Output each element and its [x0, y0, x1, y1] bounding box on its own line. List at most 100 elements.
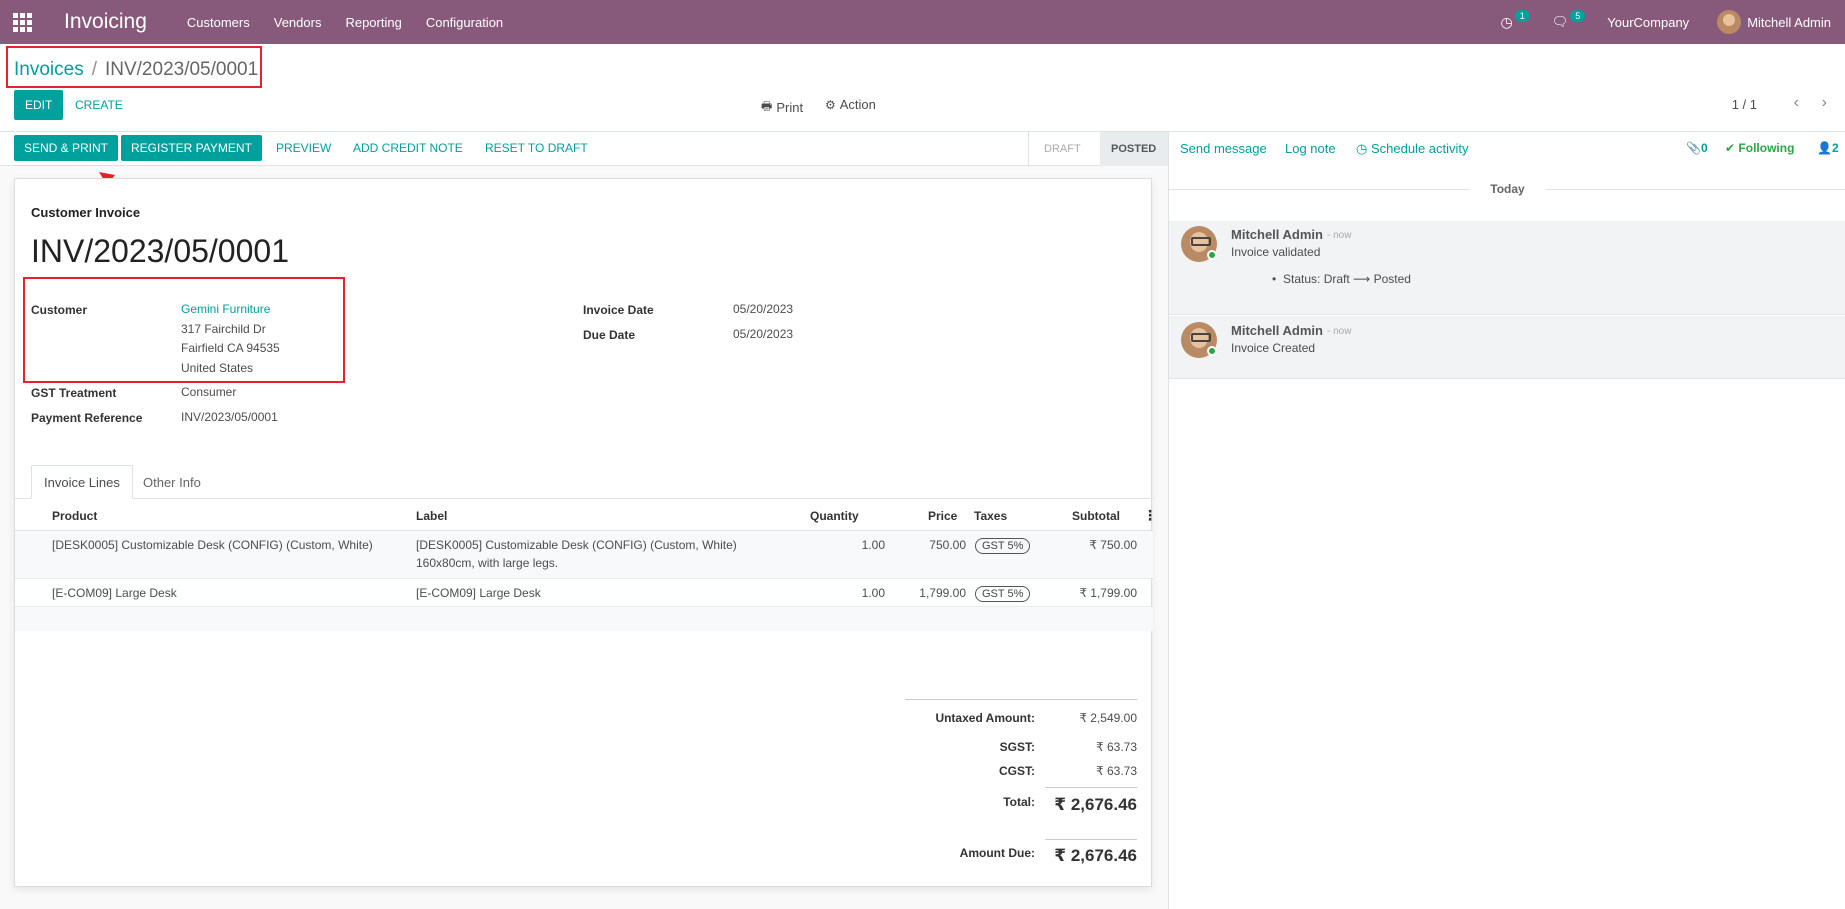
message-body: Invoice Created — [1231, 341, 1316, 355]
tax-tag: GST 5% — [975, 538, 1031, 554]
menu-reporting[interactable]: Reporting — [345, 15, 401, 30]
row-label-line2: 160x80cm, with large legs. — [416, 556, 559, 570]
menu-vendors[interactable]: Vendors — [274, 15, 322, 30]
clock-icon: ◷ — [1500, 13, 1513, 30]
stage-draft: DRAFT — [1028, 132, 1108, 166]
reset-to-draft-button[interactable]: RESET TO DRAFT — [475, 135, 598, 161]
table-row[interactable]: [E-COM09] Large Desk [E-COM09] Large Des… — [15, 579, 1153, 607]
column-options-icon[interactable]: ⋮ — [1143, 507, 1157, 524]
row-subtotal: ₹ 750.00 — [1089, 538, 1137, 552]
print-label: Print — [776, 100, 804, 115]
cgst-label: CGST: — [999, 764, 1035, 778]
tab-other-info[interactable]: Other Info — [131, 465, 213, 499]
send-message-button[interactable]: Send message — [1180, 141, 1267, 156]
sgst-label: SGST: — [999, 740, 1035, 754]
apps-menu-icon[interactable] — [0, 0, 44, 44]
document-type: Customer Invoice — [31, 205, 141, 220]
log-note-button[interactable]: Log note — [1285, 141, 1336, 156]
followers-button[interactable]: 👤2 — [1817, 141, 1839, 155]
menu-customers[interactable]: Customers — [187, 15, 250, 30]
online-status-icon — [1207, 250, 1217, 260]
add-credit-note-button[interactable]: ADD CREDIT NOTE — [343, 135, 473, 161]
message-author[interactable]: Mitchell Admin — [1231, 323, 1323, 338]
column-price[interactable]: Price — [928, 509, 957, 523]
comments-icon: 🗨 — [1551, 14, 1569, 29]
app-title: Invoicing — [64, 10, 147, 33]
messages-badge: 5 — [1570, 10, 1586, 22]
annotation-box-breadcrumb — [6, 46, 262, 88]
message-date: - now — [1327, 326, 1352, 337]
column-quantity[interactable]: Quantity — [810, 509, 859, 523]
today-separator: Today — [1490, 182, 1525, 196]
activity-badge: 1 — [1514, 10, 1530, 22]
status-bar: SEND & PRINT REGISTER PAYMENT PREVIEW AD… — [0, 132, 1168, 166]
message-body: Invoice validated — [1231, 245, 1321, 259]
column-label[interactable]: Label — [416, 509, 447, 523]
row-product: [E-COM09] Large Desk — [52, 586, 177, 600]
user-icon: 👤 — [1817, 141, 1832, 155]
top-navbar: Invoicing Customers Vendors Reporting Co… — [0, 0, 1845, 44]
preview-button[interactable]: PREVIEW — [266, 135, 341, 161]
total-value: ₹ 2,676.46 — [1054, 795, 1137, 814]
attachments-button[interactable]: 📎0 — [1686, 141, 1708, 155]
customer-address-line3: United States — [181, 361, 254, 375]
print-menu[interactable]: 🖶 Print — [761, 97, 803, 118]
total-label: Total: — [1003, 795, 1035, 809]
tax-tag: GST 5% — [975, 586, 1031, 602]
column-product[interactable]: Product — [52, 509, 97, 523]
amount-due-label: Amount Due: — [959, 846, 1035, 860]
notebook-tabs: Invoice Lines Other Info — [15, 465, 1153, 499]
edit-button[interactable]: EDIT — [14, 90, 64, 120]
chatter-panel: Send message Log note ◷ Schedule activit… — [1168, 132, 1845, 909]
customer-label: Customer — [31, 303, 88, 317]
action-label: Action — [839, 97, 876, 112]
pager-value[interactable]: 1 / 1 — [1732, 97, 1757, 112]
user-avatar — [1717, 10, 1742, 34]
messaging-menu[interactable]: 🗨 5 — [1551, 10, 1586, 30]
check-icon: ✔ — [1725, 141, 1736, 155]
register-payment-button[interactable]: REGISTER PAYMENT — [121, 135, 262, 161]
customer-address-line2: Fairfield CA 94535 — [181, 341, 280, 355]
chatter-topbar: Send message Log note ◷ Schedule activit… — [1169, 132, 1845, 166]
following-button[interactable]: ✔ Following — [1725, 141, 1794, 155]
untaxed-amount-label: Untaxed Amount: — [935, 711, 1035, 725]
column-subtotal[interactable]: Subtotal — [1072, 509, 1120, 523]
stage-posted: POSTED — [1100, 132, 1168, 166]
total-divider — [1045, 787, 1137, 788]
form-view: SEND & PRINT REGISTER PAYMENT PREVIEW AD… — [0, 132, 1168, 909]
totals-divider — [905, 699, 1137, 700]
followers-count: 2 — [1831, 141, 1839, 155]
message-author[interactable]: Mitchell Admin — [1231, 227, 1323, 242]
column-taxes[interactable]: Taxes — [974, 509, 1007, 523]
action-menu[interactable]: ⚙ Action — [825, 97, 876, 112]
control-panel: Invoices / INV/2023/05/0001 EDIT CREATE … — [0, 44, 1845, 132]
sgst-value: ₹ 63.73 — [1096, 740, 1137, 754]
invoice-number: INV/2023/05/0001 — [31, 233, 289, 269]
annotation-box-send-print-outline — [12, 134, 120, 164]
tab-invoice-lines[interactable]: Invoice Lines — [31, 465, 133, 499]
customer-address-line1: 317 Fairchild Dr — [181, 322, 266, 336]
pager-next-button[interactable]: › — [1822, 94, 1827, 112]
amount-due-value: ₹ 2,676.46 — [1054, 846, 1137, 865]
gst-treatment-value: Consumer — [181, 385, 237, 399]
tracking-value: Status: Draft ⟶ Posted — [1283, 272, 1411, 286]
row-subtotal: ₹ 1,799.00 — [1079, 586, 1137, 600]
gst-treatment-label: GST Treatment — [31, 386, 117, 400]
table-row[interactable]: [DESK0005] Customizable Desk (CONFIG) (C… — [15, 531, 1153, 579]
payment-reference-value: INV/2023/05/0001 — [181, 410, 278, 424]
user-menu[interactable]: Mitchell Admin — [1717, 10, 1831, 34]
schedule-activity-button[interactable]: ◷ Schedule activity — [1356, 141, 1469, 157]
chatter-message[interactable]: Mitchell Admin - now Invoice validated •… — [1169, 221, 1845, 315]
create-button[interactable]: CREATE — [75, 98, 123, 112]
untaxed-amount-value: ₹ 2,549.00 — [1079, 711, 1137, 725]
row-product: [DESK0005] Customizable Desk (CONFIG) (C… — [52, 538, 373, 552]
pager-previous-button[interactable]: ‹ — [1794, 94, 1799, 112]
menu-configuration[interactable]: Configuration — [426, 15, 503, 30]
chatter-message[interactable]: Mitchell Admin - now Invoice Created — [1169, 316, 1845, 379]
invoice-lines-header: Product Label Quantity Price Taxes Subto… — [15, 501, 1157, 531]
activity-menu[interactable]: ◷ 1 — [1500, 10, 1530, 31]
customer-link[interactable]: Gemini Furniture — [181, 299, 270, 319]
user-name: Mitchell Admin — [1747, 14, 1831, 30]
cgst-value: ₹ 63.73 — [1096, 764, 1137, 778]
company-switcher[interactable]: YourCompany — [1607, 15, 1689, 30]
